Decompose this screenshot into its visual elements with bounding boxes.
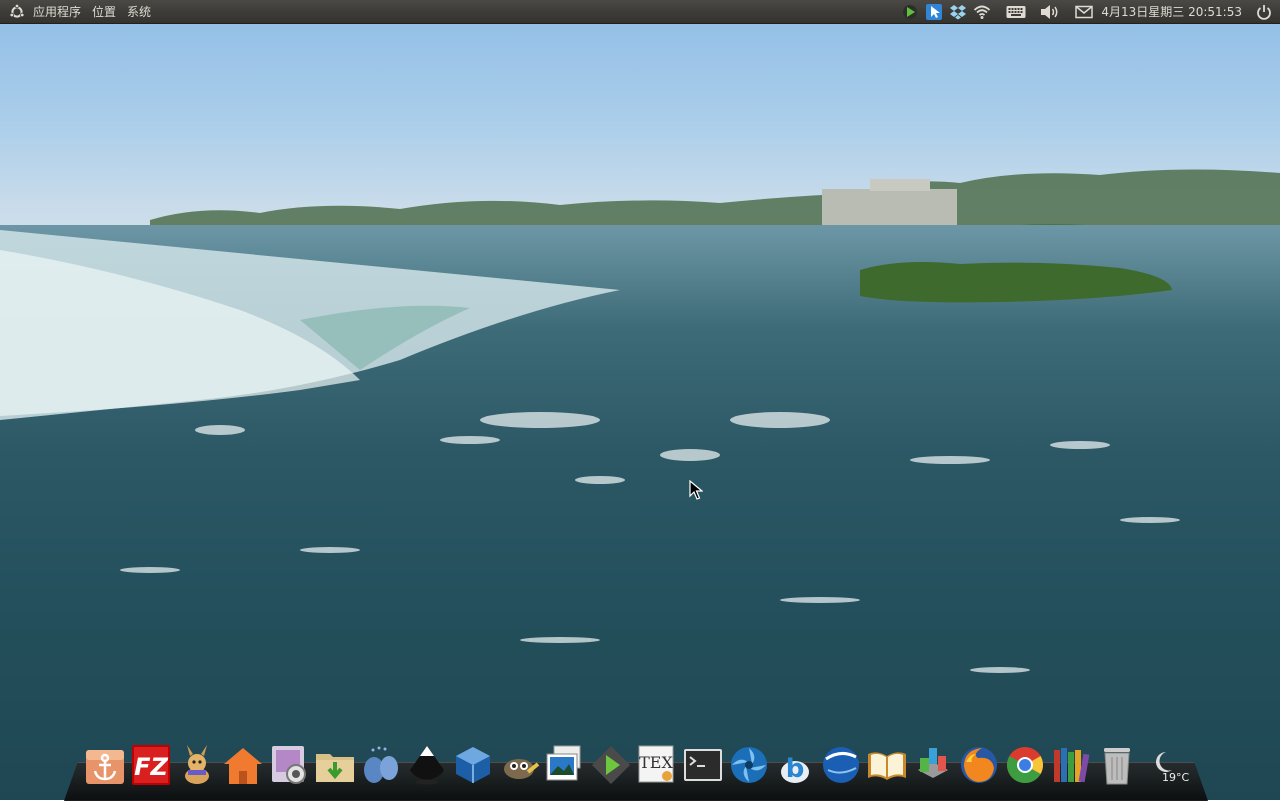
mouse-cursor-icon (689, 480, 703, 500)
volume-icon[interactable] (1039, 0, 1061, 24)
trash-icon[interactable] (1094, 744, 1140, 790)
google-earth-icon[interactable] (818, 744, 864, 790)
cursor-app-icon[interactable] (923, 0, 945, 24)
filezilla-icon[interactable]: FZ (128, 744, 174, 790)
menu-applications[interactable]: 应用程序 (33, 0, 81, 24)
weather-temperature: 19°C (1162, 771, 1190, 784)
media-player-icon[interactable] (588, 744, 634, 790)
top-panel: 应用程序 位置 系统 4月13日星期三 20:51:53 (0, 0, 1280, 24)
tex-editor-icon[interactable]: TEX (634, 744, 680, 790)
keyboard-icon[interactable] (1005, 0, 1027, 24)
package-manager-icon[interactable] (910, 744, 956, 790)
ubuntu-logo-icon[interactable] (9, 3, 25, 20)
menu-places[interactable]: 位置 (92, 0, 116, 24)
gimp-icon[interactable] (496, 744, 542, 790)
pidgin-icon[interactable] (358, 744, 404, 790)
dropbox-icon[interactable] (947, 0, 969, 24)
wifi-icon[interactable] (971, 0, 993, 24)
chrome-icon[interactable] (1002, 744, 1048, 790)
power-icon[interactable] (1252, 0, 1276, 24)
clock[interactable]: 4月13日星期三 20:51:53 (1101, 3, 1242, 20)
svg-text:FZ: FZ (134, 753, 168, 781)
download-folder-icon[interactable] (312, 744, 358, 790)
wallpaper-waves (120, 412, 1180, 673)
svg-text:TEX: TEX (639, 753, 673, 772)
image-viewer-icon[interactable] (542, 744, 588, 790)
mascot-icon[interactable] (174, 744, 220, 790)
svg-text:b: b (786, 754, 805, 784)
shutter-icon[interactable] (726, 744, 772, 790)
virtualbox-icon[interactable] (450, 744, 496, 790)
menu-system[interactable]: 系统 (127, 0, 151, 24)
desktop-wallpaper (0, 0, 1280, 800)
books-icon[interactable] (1048, 744, 1094, 790)
system-tray: 4月13日星期三 20:51:53 (899, 0, 1280, 24)
terminal-icon[interactable] (680, 744, 726, 790)
bing-icon[interactable]: b (772, 744, 818, 790)
anchor-app-icon[interactable] (82, 744, 128, 790)
mail-icon[interactable] (1073, 0, 1095, 24)
play-icon[interactable] (899, 0, 921, 24)
home-folder-icon[interactable] (220, 744, 266, 790)
dock: FZ TEX b (82, 744, 1186, 790)
dictionary-icon[interactable] (864, 744, 910, 790)
firefox-icon[interactable] (956, 744, 1002, 790)
inkscape-icon[interactable] (404, 744, 450, 790)
screenshot-tool-icon[interactable] (266, 744, 312, 790)
